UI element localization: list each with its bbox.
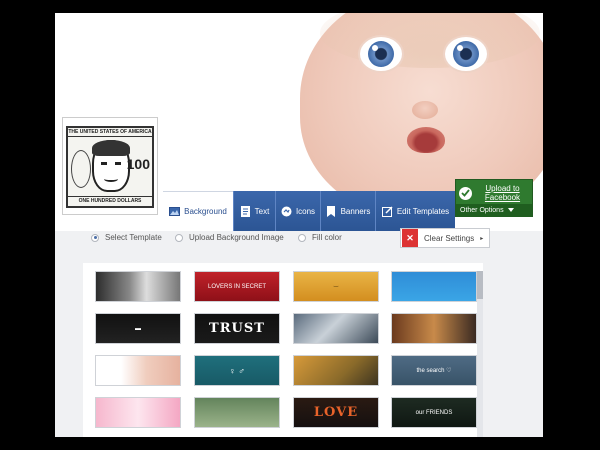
clear-settings-button[interactable]: ✕ Clear Settings ▸ (400, 228, 490, 248)
baby-mouth (407, 127, 445, 153)
tab-label: Text (254, 206, 270, 216)
upload-to-facebook-button[interactable]: Upload to Facebook Other Options (455, 179, 533, 217)
radio-label: Fill color (312, 233, 342, 242)
template-thumbnail-blue-heart[interactable]: the search ♡ (391, 355, 477, 386)
tab-label: Banners (340, 206, 371, 216)
tab-label: Icons (295, 206, 316, 216)
template-caption: ⌣ (333, 281, 339, 291)
bookmark-icon (326, 205, 337, 217)
template-caption: the search ♡ (416, 368, 452, 374)
clear-x-icon: ✕ (402, 229, 418, 247)
app-screen: THE UNITED STATES OF AMERICA 100 ONE HUN… (55, 13, 543, 437)
radio-label: Select Template (105, 233, 162, 242)
template-caption: TRUST (209, 321, 265, 336)
radio-label: Upload Background Image (189, 233, 284, 242)
tab-label: Edit Templates (396, 206, 450, 216)
template-thumbnail-yellow-smile[interactable]: ⌣ (293, 271, 379, 302)
chevron-right-icon: ▸ (480, 235, 484, 242)
bill-seal (71, 150, 91, 188)
baby-right-eye (445, 37, 487, 71)
bill-bottom-text: ONE HUNDRED DOLLARS (68, 196, 152, 206)
template-thumbnail-car[interactable] (293, 313, 379, 344)
template-grid: LOVERS IN SECRET ⌣ ▬ TRUST ♀ ♂ the search ♡ LO… (83, 263, 483, 437)
icons-icon (281, 206, 292, 217)
radio-dot (298, 233, 306, 242)
tab-label: Background (184, 207, 227, 216)
template-thumbnail-trust[interactable]: TRUST (194, 313, 280, 344)
template-caption: LOVERS IN SECRET (207, 283, 266, 290)
scrollbar-thumb[interactable] (477, 271, 483, 299)
template-thumbnail-rainy-window[interactable] (95, 271, 181, 302)
template-thumbnail-love[interactable]: LOVE (293, 397, 379, 428)
template-caption: our FRIENDS (415, 409, 453, 416)
radio-dot (175, 233, 183, 242)
baby-nose (412, 101, 438, 119)
tab-text[interactable]: Text (233, 191, 275, 231)
radio-dot (91, 233, 99, 242)
template-thumbnail-hello-kitty[interactable] (95, 397, 181, 428)
template-caption: ♀ ♂ (228, 365, 245, 376)
template-caption: ▬ (135, 325, 141, 332)
text-icon (240, 205, 251, 217)
template-thumbnail-autumn-road[interactable] (293, 355, 379, 386)
profile-picture[interactable]: THE UNITED STATES OF AMERICA 100 ONE HUN… (62, 117, 158, 215)
template-thumbnail-friends[interactable]: our FRIENDS (391, 397, 477, 428)
template-thumbnail-baby-small[interactable] (95, 355, 181, 386)
fill-color-radio[interactable]: Fill color (298, 233, 342, 242)
tab-background[interactable]: Background (163, 191, 233, 231)
template-thumbnail-green-quote[interactable] (194, 397, 280, 428)
dollar-bill-image: THE UNITED STATES OF AMERICA 100 ONE HUN… (66, 126, 154, 208)
clear-settings-label: Clear Settings (424, 233, 475, 243)
edit-icon (381, 205, 393, 217)
other-options-label: Other Options (460, 207, 504, 214)
baby-left-eye (360, 37, 402, 71)
bill-top-text: THE UNITED STATES OF AMERICA (68, 129, 152, 137)
select-template-radio[interactable]: Select Template (91, 233, 162, 242)
template-scrollbar[interactable] (477, 271, 483, 437)
template-caption: LOVE (313, 405, 359, 420)
checkmark-icon (459, 186, 472, 200)
template-thumbnail-girl-room[interactable] (391, 313, 477, 344)
bill-portrait (92, 140, 130, 192)
template-thumbnail-blue-icons[interactable] (391, 271, 477, 302)
tab-icons[interactable]: Icons (275, 191, 320, 231)
tab-banners[interactable]: Banners (320, 191, 375, 231)
template-thumbnail-black-tag[interactable]: ▬ (95, 313, 181, 344)
tab-edit-templates[interactable]: Edit Templates (375, 191, 455, 231)
image-icon (169, 206, 181, 217)
upload-background-radio[interactable]: Upload Background Image (175, 233, 284, 242)
caret-down-icon (507, 207, 514, 214)
bill-denomination: 100 (126, 156, 150, 172)
upload-to-facebook-label: Upload to Facebook (484, 184, 521, 202)
template-thumbnail-red-quote[interactable]: LOVERS IN SECRET (194, 271, 280, 302)
other-options-dropdown[interactable]: Other Options (456, 204, 532, 217)
template-thumbnail-teal-figures[interactable]: ♀ ♂ (194, 355, 280, 386)
